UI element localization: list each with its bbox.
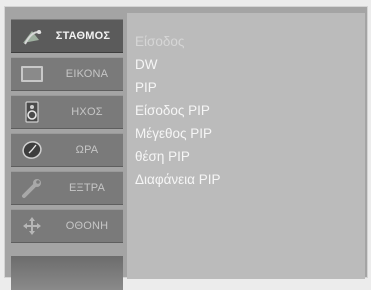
submenu-item-dw[interactable]: DW	[135, 56, 158, 74]
main-menu-sidebar: ΣΤΑΘΜΟΣ ΕΙΚΟΝΑ ΗΧΟΣ ΩΡΑ ΕΞΤΡΑ ΟΘΟΝΗ	[11, 19, 123, 290]
tv-osd-menu: ΣΤΑΘΜΟΣ ΕΙΚΟΝΑ ΗΧΟΣ ΩΡΑ ΕΞΤΡΑ ΟΘΟΝΗ Είσο…	[4, 6, 368, 290]
satellite-dish-icon	[23, 30, 42, 45]
menu-item-picture[interactable]: ΕΙΚΟΝΑ	[11, 57, 123, 91]
submenu-item-pip-transparency[interactable]: Διαφάνεια PIP	[135, 171, 220, 189]
move-arrows-icon	[23, 217, 41, 235]
submenu-item-pip-input[interactable]: Είσοδος PIP	[135, 102, 210, 120]
menu-label-picture: ΕΙΚΟΝΑ	[65, 68, 109, 80]
menu-item-station[interactable]: ΣΤΑΘΜΟΣ	[11, 19, 123, 53]
wrench-icon	[22, 179, 41, 198]
menu-item-screen[interactable]: ΟΘΟΝΗ	[11, 209, 123, 243]
menu-item-extra[interactable]: ΕΞΤΡΑ	[11, 171, 123, 205]
speaker-icon	[25, 101, 39, 123]
menu-label-station: ΣΤΑΘΜΟΣ	[55, 30, 111, 42]
menu-label-extra: ΕΞΤΡΑ	[68, 182, 106, 194]
submenu-item-pip-position[interactable]: θέση PIP	[135, 148, 190, 166]
menu-label-sound: ΗΧΟΣ	[71, 106, 103, 118]
submenu-panel: Είσοδος DW PIP Είσοδος PIP Μέγεθος PIP θ…	[127, 13, 365, 279]
submenu-item-pip[interactable]: PIP	[135, 79, 157, 97]
menu-item-time[interactable]: ΩΡΑ	[11, 133, 123, 167]
menu-item-sound[interactable]: ΗΧΟΣ	[11, 95, 123, 129]
menu-label-screen: ΟΘΟΝΗ	[65, 220, 109, 232]
menu-label-time: ΩΡΑ	[75, 144, 99, 156]
submenu-item-pip-size[interactable]: Μέγεθος PIP	[135, 125, 212, 143]
sidebar-footer	[11, 256, 123, 290]
tv-screen-icon	[21, 66, 43, 82]
clock-icon	[22, 141, 42, 159]
submenu-item-input[interactable]: Είσοδος	[135, 33, 184, 51]
